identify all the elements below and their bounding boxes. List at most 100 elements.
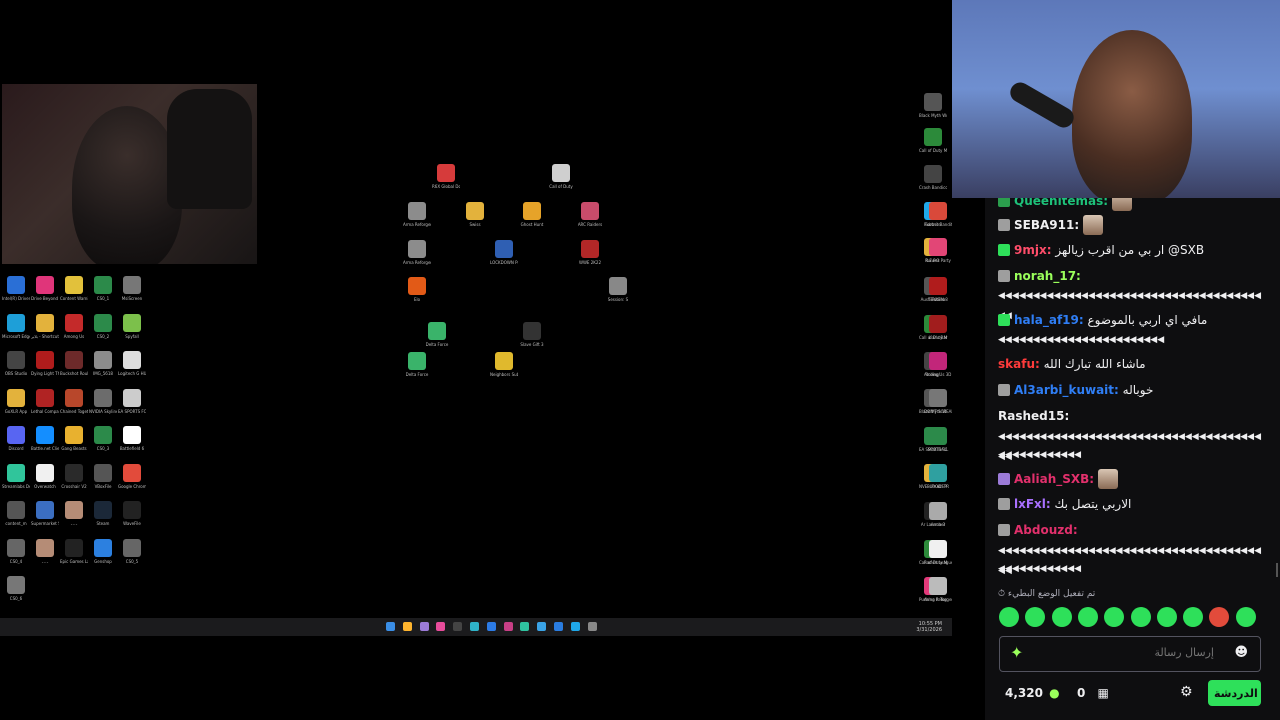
- desktop-shortcut[interactable]: Arma 3: [924, 502, 952, 527]
- desktop-shortcut[interactable]: R6X Global Domination: [432, 164, 460, 189]
- desktop-shortcut[interactable]: Slave Gift 3: [518, 322, 546, 347]
- desktop-shortcut[interactable]: Steam: [89, 501, 117, 526]
- taskbar-app-icon[interactable]: [386, 622, 395, 631]
- emote-icon[interactable]: [1130, 607, 1151, 627]
- desktop-shortcut[interactable]: CS0_3: [89, 426, 117, 451]
- desktop-shortcut[interactable]: Arma Reforger: [403, 240, 431, 265]
- settings-gear-icon[interactable]: ⚙: [1180, 684, 1193, 700]
- desktop-shortcut[interactable]: Epic Games Launcher: [60, 538, 88, 564]
- chat-username[interactable]: Queenitemas:: [1014, 198, 1108, 208]
- desktop-shortcut[interactable]: EA SPORTS FC 26: [118, 388, 146, 414]
- desktop-shortcut[interactable]: Delta Force: [403, 352, 431, 377]
- desktop-shortcut[interactable]: ـ ـ ـ: [31, 538, 59, 564]
- taskbar-app-icon[interactable]: [470, 622, 479, 631]
- taskbar-app-icon[interactable]: [587, 622, 597, 631]
- desktop-shortcut[interactable]: ـ ـ ـ: [60, 501, 88, 526]
- desktop-shortcut[interactable]: بلاير - Shortcut: [31, 313, 59, 339]
- desktop-shortcut[interactable]: Rubber Bandits: [924, 202, 952, 227]
- bits-balance[interactable]: 0 ▦: [1077, 686, 1109, 700]
- desktop-shortcut[interactable]: Neighbors Suburban: [490, 352, 518, 377]
- desktop-shortcut[interactable]: Genshop: [89, 538, 117, 564]
- taskbar-app-icon[interactable]: [436, 622, 446, 631]
- desktop-shortcut[interactable]: Drive Beyond Horizons: [31, 276, 59, 301]
- chat-send-button[interactable]: الدردشة: [1208, 680, 1261, 706]
- desktop-shortcut[interactable]: SPOTBALL: [924, 427, 952, 452]
- desktop-shortcut[interactable]: Chained Together: [60, 388, 88, 414]
- desktop-shortcut[interactable]: OBS Studio: [2, 351, 30, 376]
- chat-username[interactable]: hala_af19:: [1014, 313, 1084, 327]
- taskbar-app-icon[interactable]: [520, 622, 530, 631]
- emote-icon[interactable]: [1104, 607, 1125, 627]
- desktop-shortcut[interactable]: DON'T SCREAM: [924, 389, 952, 414]
- chat-message-input[interactable]: [1062, 645, 1216, 660]
- desktop-shortcut[interactable]: Dying Light The Beast: [31, 351, 59, 376]
- desktop-shortcut[interactable]: NVIDIA Skyline: [89, 388, 117, 414]
- taskbar-app-icon[interactable]: [486, 622, 496, 631]
- desktop-shortcut[interactable]: CS0_1: [89, 276, 117, 301]
- taskbar-app-icon[interactable]: [537, 622, 547, 631]
- desktop-shortcut[interactable]: Call of Duty Modern: [919, 128, 947, 153]
- desktop-shortcut[interactable]: Call of Duty: [547, 164, 575, 189]
- desktop-shortcut[interactable]: Battle.net Client: [31, 426, 59, 451]
- desktop-shortcut[interactable]: Microsoft Edge: [2, 313, 30, 339]
- desktop-shortcut[interactable]: Among Us: [60, 313, 88, 339]
- desktop-shortcut[interactable]: Session: S: [604, 277, 632, 302]
- desktop-shortcut[interactable]: Arma Reforger: [403, 202, 431, 227]
- desktop-shortcut[interactable]: Spyfall: [118, 313, 146, 339]
- desktop-shortcut[interactable]: Among Us 3D Game: [924, 352, 952, 377]
- chat-input-box[interactable]: ✦ ☻: [999, 636, 1261, 672]
- emoji-icon[interactable]: ☻: [1234, 646, 1248, 660]
- taskbar-app-icon[interactable]: [419, 622, 429, 631]
- stream-video[interactable]: Intel(R) DriversDrive Beyond HorizonsCon…: [0, 0, 952, 640]
- chat-scrollbar[interactable]: [1276, 563, 1278, 577]
- desktop-shortcut[interactable]: Discord: [2, 426, 30, 451]
- desktop-shortcut[interactable]: LOCKDOWN Protocol: [490, 240, 518, 265]
- desktop-shortcut[interactable]: IMG_5618: [89, 351, 117, 376]
- desktop-shortcut[interactable]: CS0_2: [89, 313, 117, 339]
- chat-username[interactable]: norah_17:: [1014, 269, 1081, 283]
- desktop-shortcut[interactable]: Delta Force: [423, 322, 451, 347]
- desktop-shortcut[interactable]: Google Chrome: [118, 463, 146, 489]
- desktop-shortcut[interactable]: TEKKEN 8: [924, 277, 952, 302]
- chat-username[interactable]: SEBA911:: [1014, 218, 1079, 232]
- taskbar-app-icon[interactable]: [570, 622, 580, 631]
- desktop-shortcut[interactable]: Logitech G HUB: [118, 351, 146, 376]
- emote-icon[interactable]: [999, 607, 1019, 627]
- emote-icon[interactable]: [1235, 607, 1256, 627]
- desktop-shortcut[interactable]: Rocket League: [924, 540, 952, 565]
- desktop-shortcut[interactable]: Black Myth Wukong: [919, 93, 947, 118]
- desktop-shortcut[interactable]: WWE 2K22: [576, 240, 604, 265]
- taskbar-app-icon[interactable]: [402, 622, 412, 631]
- emote-icon[interactable]: [1025, 607, 1046, 627]
- taskbar-app-icon[interactable]: [503, 622, 513, 631]
- desktop-shortcut[interactable]: Battlefield 6: [118, 426, 146, 451]
- chat-username[interactable]: Rashed15:: [998, 409, 1069, 423]
- desktop-shortcut[interactable]: WaveFile: [118, 501, 146, 526]
- desktop-shortcut[interactable]: Swiss: [461, 202, 489, 227]
- chat-username[interactable]: 9mjx:: [1014, 243, 1052, 257]
- desktop-shortcut[interactable]: Runner Party: [924, 238, 952, 263]
- desktop-shortcut[interactable]: MsiScreen: [118, 276, 146, 301]
- emote-icon[interactable]: [1209, 607, 1230, 627]
- emote-icon[interactable]: [1077, 607, 1098, 627]
- desktop-shortcut[interactable]: CS0_6: [2, 576, 30, 601]
- sparkle-icon[interactable]: ✦: [1010, 644, 1028, 662]
- desktop-shortcut[interactable]: Elo: [403, 277, 431, 302]
- taskbar-app-icon[interactable]: [554, 622, 563, 631]
- desktop-shortcut[interactable]: Arma Reforger: [924, 577, 952, 602]
- desktop-shortcut[interactable]: BLOODSTR: [924, 464, 952, 489]
- chat-username[interactable]: Al3arbi_kuwait:: [1014, 383, 1119, 397]
- desktop-shortcut[interactable]: Intel(R) Drivers: [2, 276, 30, 301]
- desktop-shortcut[interactable]: Buckshot Roulette: [60, 351, 88, 376]
- chat-username[interactable]: skafu:: [998, 357, 1040, 371]
- desktop-shortcut[interactable]: Gang Beasts: [60, 426, 88, 451]
- chat-username[interactable]: Aaliah_SXB:: [1014, 472, 1094, 486]
- desktop-shortcut[interactable]: CS0_5: [118, 538, 146, 564]
- desktop-shortcut[interactable]: Liar's Bar: [924, 315, 952, 340]
- desktop-shortcut[interactable]: Supermarket Simulator: [31, 501, 59, 526]
- chat-username[interactable]: Abdouzd:: [1014, 523, 1078, 537]
- desktop-shortcut[interactable]: CS0_4: [2, 538, 30, 564]
- desktop-shortcut[interactable]: Content Warning: [60, 276, 88, 301]
- emote-icon[interactable]: [1183, 607, 1204, 627]
- desktop-shortcut[interactable]: GoXLR App: [2, 388, 30, 414]
